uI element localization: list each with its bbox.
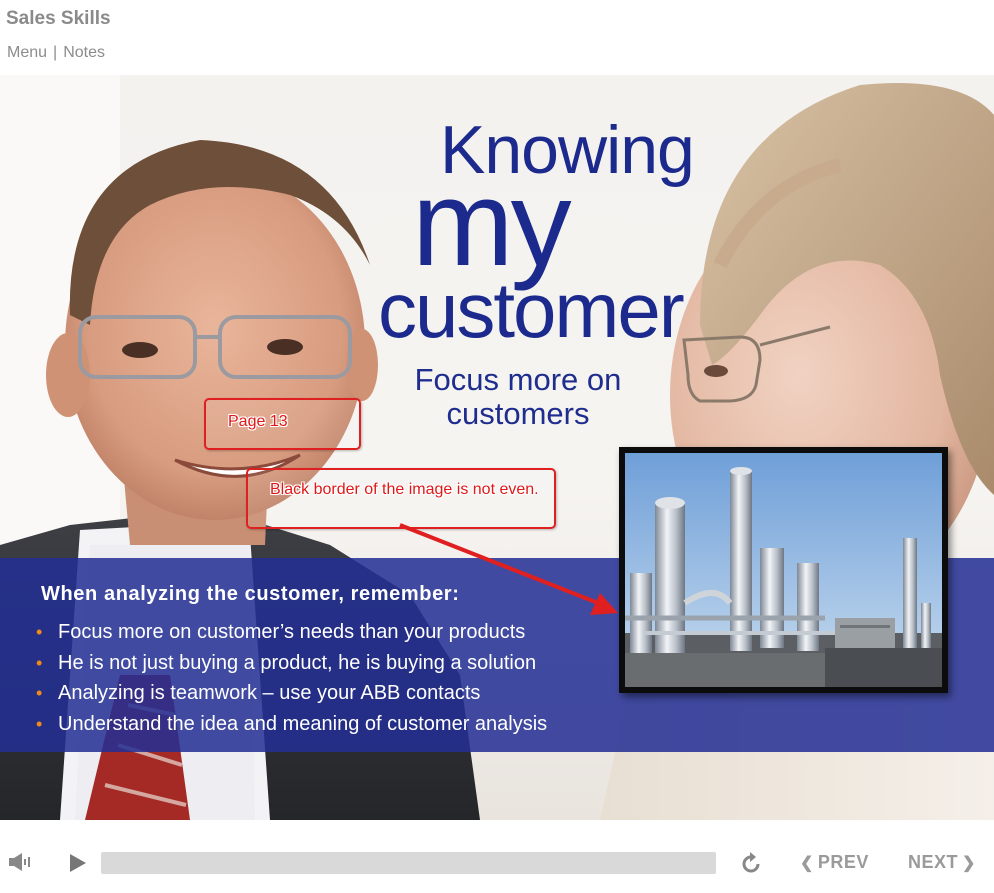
nav-separator: | — [53, 44, 58, 61]
progress-bar[interactable] — [101, 852, 716, 874]
bullet-list: • Focus more on customer’s needs than you… — [36, 617, 547, 739]
bullet-text: He is not just buying a product, he is b… — [58, 651, 537, 674]
replay-icon[interactable] — [739, 852, 763, 881]
chevron-left-icon: ❮ — [800, 855, 814, 872]
bullet-dot-icon: • — [36, 713, 43, 734]
review-note-border[interactable]: Black border of the image is not even. — [246, 468, 556, 529]
top-nav: Menu | Notes — [7, 44, 105, 62]
player-bar: ❮ PREV NEXT ❯ — [0, 820, 994, 893]
refinery-image — [619, 447, 948, 693]
title-customer: customer — [378, 266, 685, 354]
review-note-border-text: Black border of the image is not even. — [270, 481, 539, 498]
bullet-dot-icon: • — [36, 683, 43, 703]
list-item: • Focus more on customer’s needs than you… — [36, 617, 547, 648]
bullet-text: Focus more on customer’s needs than your… — [58, 621, 526, 643]
prev-button[interactable]: ❮ PREV — [796, 852, 869, 873]
band-heading: When analyzing the customer, remember: — [41, 583, 460, 605]
review-note-page[interactable]: Page 13 — [204, 398, 361, 450]
review-note-page-text: Page 13 — [228, 413, 288, 430]
volume-icon[interactable] — [9, 853, 31, 876]
play-icon[interactable] — [70, 854, 86, 877]
next-label: NEXT — [908, 852, 959, 872]
bullet-text: Analyzing is teamwork – use your ABB con… — [58, 682, 481, 704]
app-title: Sales Skills — [6, 8, 111, 29]
slide-stage: Knowing my customer Focus more on custom… — [0, 75, 994, 820]
menu-link[interactable]: Menu — [7, 44, 47, 61]
list-item: • He is not just buying a product, he is … — [36, 648, 547, 679]
course-player: Sales Skills Menu | Notes Knowing my cus… — [0, 0, 994, 893]
bullet-dot-icon: • — [36, 622, 43, 642]
list-item: • Understand the idea and meaning of cust… — [36, 709, 547, 740]
next-button[interactable]: NEXT ❯ — [908, 852, 980, 873]
bullet-dot-icon: • — [36, 652, 43, 673]
notes-link[interactable]: Notes — [63, 44, 105, 61]
prev-label: PREV — [817, 852, 869, 872]
refinery-picture — [625, 453, 942, 687]
chevron-right-icon: ❯ — [962, 855, 976, 872]
bullet-text: Understand the idea and meaning of custo… — [58, 712, 548, 735]
slide-subtitle: Focus more on customers — [414, 362, 622, 431]
list-item: • Analyzing is teamwork – use your ABB co… — [36, 678, 547, 709]
